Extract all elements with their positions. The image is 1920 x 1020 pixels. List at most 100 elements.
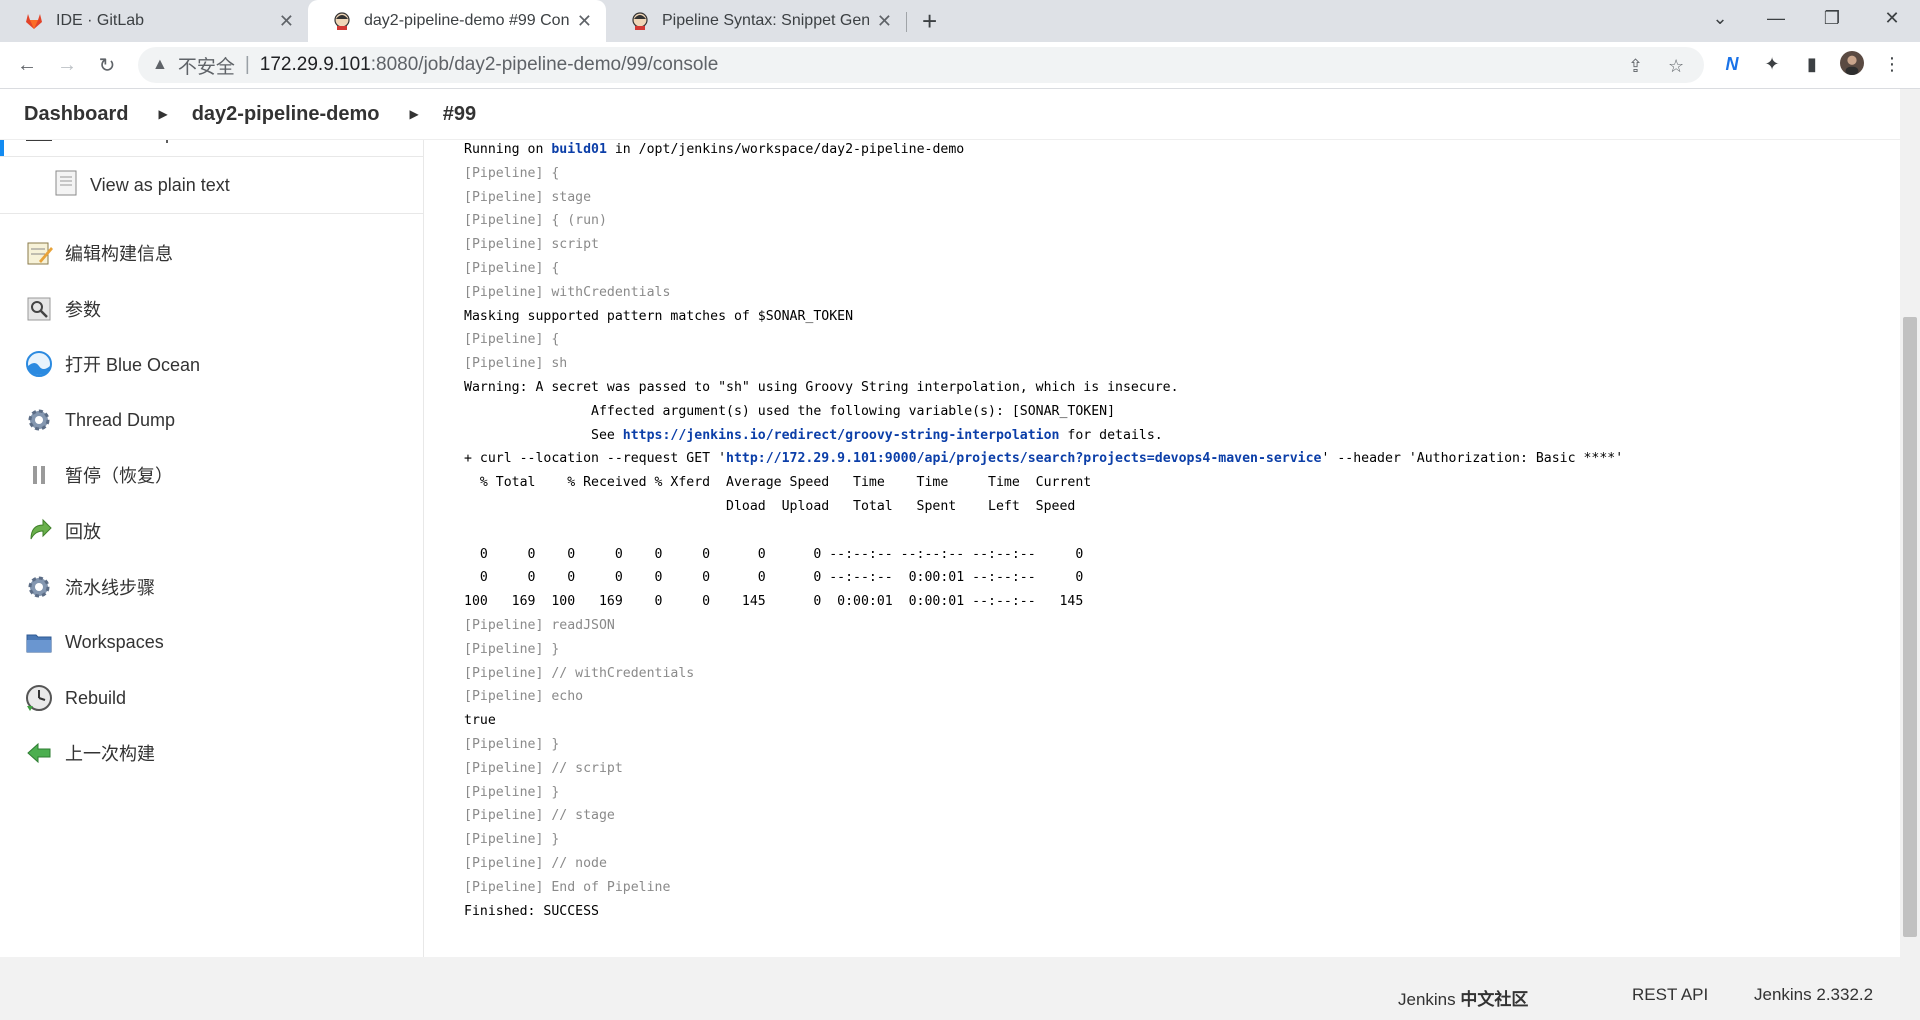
close-icon[interactable]: ✕ (279, 11, 294, 32)
sidebar-item-thread-dump[interactable]: Thread Dump (0, 396, 423, 444)
console-line: [Pipeline] script (464, 233, 1884, 257)
breadcrumb-build[interactable]: #99 (443, 103, 476, 126)
address-bar[interactable]: ▲ 不安全 | 172.29.9.101:8080/job/day2-pipel… (138, 47, 1704, 83)
console-text: [Pipeline] echo (464, 689, 584, 705)
share-icon[interactable]: ⇪ (1628, 56, 1643, 77)
pause-icon (33, 466, 45, 484)
breadcrumb: Dashboard ▶ day2-pipeline-demo ▶ #99 (0, 89, 1900, 140)
console-line: [Pipeline] } (464, 828, 1884, 852)
tab-console[interactable]: day2-pipeline-demo #99 Cons ✕ (308, 0, 606, 42)
console-text: 0 0 0 0 0 0 0 0 --:--:-- 0:00:01 --:--:-… (464, 570, 1084, 586)
console-link[interactable]: https://jenkins.io/redirect/groovy-strin… (623, 428, 1060, 443)
console-text: % Total % Received % Xferd Average Speed… (464, 475, 1092, 491)
security-label: 不安全 (177, 56, 235, 78)
console-link[interactable]: http://172.29.9.101:9000/api/projects/se… (726, 451, 1321, 466)
sidebar-item-plain-text[interactable]: View as plain text (0, 156, 423, 214)
sidebar-item-replay[interactable]: 回放 (0, 507, 423, 555)
breadcrumb-job[interactable]: day2-pipeline-demo (192, 103, 380, 126)
console-text: [Pipeline] script (464, 237, 599, 253)
sidebar-item-pause[interactable]: 暂停（恢复） (0, 451, 423, 499)
gear-icon (28, 576, 50, 598)
active-indicator (0, 139, 4, 157)
console-text: + curl --location --request GET ' (464, 451, 727, 467)
window-close-icon[interactable]: ✕ (1864, 0, 1920, 36)
tab-search-icon[interactable]: ⌄ (1692, 0, 1748, 36)
footer-rest-api-link[interactable]: REST API (1632, 985, 1708, 1005)
side-panel-icon[interactable]: ▮ (1800, 52, 1824, 76)
avatar[interactable] (1840, 51, 1864, 75)
forward-icon[interactable]: → (52, 50, 82, 80)
jenkins-icon (632, 12, 648, 30)
console-line: [Pipeline] { (464, 257, 1884, 281)
console-text: true (464, 713, 496, 729)
console-text: Dload Upload Total Spent Left Speed (464, 498, 1076, 514)
footer-community-prefix: Jenkins (1398, 990, 1461, 1009)
scrollbar-thumb[interactable] (1903, 317, 1917, 937)
tab-title: day2-pipeline-demo #99 Cons (364, 12, 569, 29)
sidebar-item-parameters[interactable]: 参数 (0, 285, 423, 333)
console-line: Masking supported pattern matches of $SO… (464, 305, 1884, 329)
sidebar-item-edit-build-info[interactable]: 编辑构建信息 (0, 229, 423, 277)
back-arrow-icon (27, 742, 51, 764)
sidebar-item-label: Workspaces (65, 631, 164, 652)
sidebar-item-workspaces[interactable]: Workspaces (0, 618, 423, 666)
new-tab-button[interactable]: + (922, 6, 937, 37)
console-line: [Pipeline] // script (464, 757, 1884, 781)
chevron-right-icon[interactable]: ▶ (158, 107, 167, 121)
footer-community-strong: 中文社区 (1460, 990, 1529, 1009)
console-line: [Pipeline] sh (464, 352, 1884, 376)
sidebar-item-rebuild[interactable]: Rebuild (0, 674, 423, 722)
footer-version-link[interactable]: Jenkins 2.332.2 (1754, 985, 1873, 1005)
console-line: 100 169 100 169 0 0 145 0 0:00:01 0:00:0… (464, 590, 1884, 614)
console-text: [Pipeline] } (464, 736, 560, 752)
console-line: [Pipeline] { (run) (464, 209, 1884, 233)
console-text: 100 169 100 169 0 0 145 0 0:00:01 0:00:0… (464, 594, 1084, 610)
sidebar-item-label: 参数 (65, 300, 101, 320)
console-text: [Pipeline] { (464, 332, 560, 348)
gitlab-icon (26, 14, 42, 29)
footer-community-link[interactable]: Jenkins 中文社区 (1398, 985, 1528, 1010)
extensions-puzzle-icon[interactable]: ✦ (1760, 52, 1784, 76)
console-line: [Pipeline] } (464, 638, 1884, 662)
console-text: [Pipeline] } (464, 832, 560, 848)
browser-toolbar: ← → ↻ ▲ 不安全 | 172.29.9.101:8080/job/day2… (0, 42, 1920, 89)
console-text: [Pipeline] { (run) (464, 213, 607, 229)
sidebar-item-label: 回放 (65, 522, 101, 542)
close-icon[interactable]: ✕ (577, 11, 592, 32)
console-line: [Pipeline] echo (464, 685, 1884, 709)
console-text: [Pipeline] // withCredentials (464, 665, 695, 681)
console-text: [Pipeline] } (464, 641, 560, 657)
console-text: Affected argument(s) used the following … (464, 403, 1116, 419)
back-icon[interactable]: ← (12, 50, 42, 80)
sidebar-item-label: 打开 Blue Ocean (65, 355, 201, 375)
console-text: [Pipeline] End of Pipeline (464, 879, 671, 895)
console-line: Running on build01 in /opt/jenkins/works… (464, 138, 1884, 162)
bookmark-star-icon[interactable]: ☆ (1668, 56, 1684, 77)
sidebar-item-label: 编辑构建信息 (65, 244, 173, 264)
sidebar-item-previous-build[interactable]: 上一次构建 (0, 729, 423, 777)
tab-pipeline-syntax[interactable]: Pipeline Syntax: Snippet Gener ✕ (606, 0, 906, 42)
console-text: [Pipeline] { (464, 165, 560, 181)
close-icon[interactable]: ✕ (877, 11, 892, 32)
magnifier-icon (27, 297, 51, 321)
sidebar-item-label: 流水线步骤 (65, 578, 155, 598)
console-link[interactable]: build01 (551, 142, 607, 157)
restore-icon[interactable]: ❐ (1804, 0, 1860, 36)
reload-icon[interactable]: ↻ (92, 50, 122, 80)
extension-n-icon[interactable]: N (1720, 52, 1744, 76)
console-line: [Pipeline] } (464, 781, 1884, 805)
sidebar-item-label: 上一次构建 (65, 744, 155, 764)
sidebar-item-pipeline-steps[interactable]: 流水线步骤 (0, 563, 423, 611)
breadcrumb-dashboard[interactable]: Dashboard (24, 103, 128, 126)
console-line: [Pipeline] } (464, 733, 1884, 757)
console-line: [Pipeline] withCredentials (464, 281, 1884, 305)
tab-gitlab[interactable]: IDE · GitLab ✕ (0, 0, 308, 42)
console-line: [Pipeline] { (464, 328, 1884, 352)
chevron-right-icon[interactable]: ▶ (410, 107, 419, 121)
console-line: Warning: A secret was passed to "sh" usi… (464, 376, 1884, 400)
console-line: % Total % Received % Xferd Average Speed… (464, 471, 1884, 495)
sidebar-item-blue-ocean[interactable]: 打开 Blue Ocean (0, 340, 423, 388)
menu-dots-icon[interactable]: ⋮ (1880, 52, 1904, 76)
console-text: [Pipeline] // node (464, 855, 607, 871)
minimize-icon[interactable]: — (1748, 0, 1804, 36)
